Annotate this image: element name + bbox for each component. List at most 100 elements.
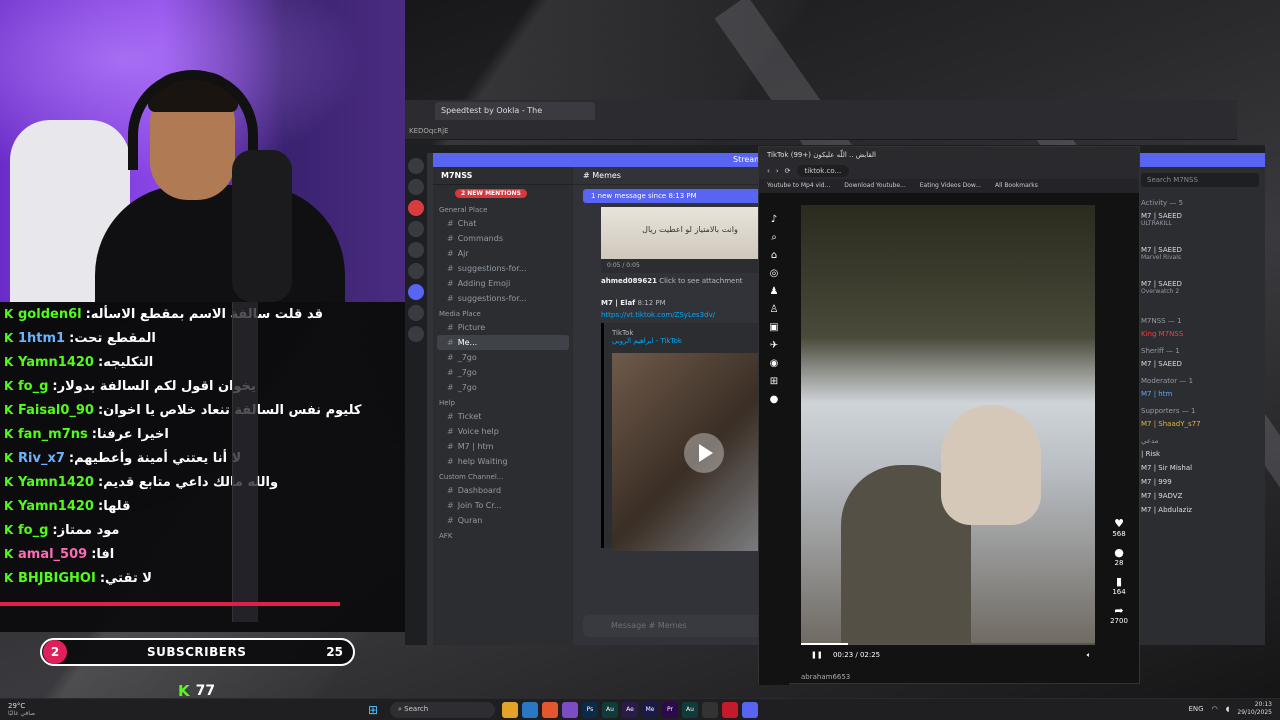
member-item[interactable]: M7 | SAEED [1135, 357, 1265, 371]
message-image[interactable]: وانت بالامتياز لو اعطيت ريال [601, 207, 779, 259]
member-item[interactable]: M7 | SAEED Marvel Rivals [1135, 243, 1265, 277]
brave-icon[interactable] [542, 702, 558, 718]
visual-studio-icon[interactable] [562, 702, 578, 718]
channel-category[interactable]: Help [433, 395, 573, 409]
browser-tab[interactable]: Speedtest by Ookla - The [435, 102, 595, 120]
browser-url[interactable]: KEDOqcRjE [405, 122, 1237, 140]
explore-icon[interactable]: ◎ [759, 268, 789, 279]
server-icon[interactable] [408, 200, 424, 216]
member-item[interactable]: M7 | SAEED Overwatch 2 [1135, 277, 1265, 311]
media-encoder-icon[interactable]: Me [642, 702, 658, 718]
channel-item[interactable]: # suggestions-for... [433, 261, 573, 276]
channel-item[interactable]: # Me... [437, 335, 569, 350]
tiktok-logo-icon[interactable]: ♪ [759, 214, 789, 225]
member-item[interactable]: M7 | Sir Mishal [1135, 461, 1265, 475]
activity-icon[interactable]: ◉ [759, 358, 789, 369]
chat-username[interactable]: fan_m7ns [18, 427, 88, 442]
member-item[interactable]: | Risk [1135, 447, 1265, 461]
forward-icon[interactable]: › [776, 167, 779, 175]
channel-item[interactable]: # Dashboard [433, 483, 573, 498]
channel-item[interactable]: # help Waiting [433, 454, 573, 469]
opera-icon[interactable] [722, 702, 738, 718]
taskbar-search[interactable]: ⌕ Search [390, 702, 495, 718]
chat-username[interactable]: Yamn1420 [18, 499, 94, 514]
tiktok-bottom-user[interactable]: abraham6653 [801, 673, 850, 681]
mentions-badge[interactable]: 2 NEW MENTIONS [455, 189, 527, 198]
member-item[interactable]: M7 | 999 [1135, 475, 1265, 489]
chat-username[interactable]: amal_509 [18, 547, 87, 562]
upload-icon[interactable]: ⊞ [759, 376, 789, 387]
after-effects-icon[interactable]: Ae [622, 702, 638, 718]
channel-item[interactable]: # Chat [433, 216, 573, 231]
weather-widget[interactable]: 29°C صافي غالبًا [0, 702, 80, 718]
file-explorer-icon[interactable] [502, 702, 518, 718]
volume-tray-icon[interactable]: ◖ [1226, 705, 1230, 713]
share-button[interactable]: ➦ 2700 [1105, 604, 1133, 625]
chat-username[interactable]: golden6l [18, 307, 82, 322]
channel-item[interactable]: # Voice help [433, 424, 573, 439]
server-icon[interactable] [408, 221, 424, 237]
chat-username[interactable]: Faisal0_90 [18, 403, 94, 418]
member-item[interactable]: M7 | Abdulaziz [1135, 503, 1265, 517]
member-item[interactable]: M7 | htm [1135, 387, 1265, 401]
add-server-icon[interactable] [408, 326, 424, 342]
audition-icon[interactable]: Au [602, 702, 618, 718]
channel-item[interactable]: # Ajr [433, 246, 573, 261]
comment-button[interactable]: ● 28 [1105, 546, 1133, 567]
live-icon[interactable]: ▣ [759, 322, 789, 333]
server-icon[interactable] [408, 305, 424, 321]
chat-username[interactable]: BHJBIGHOI [18, 571, 96, 586]
tiktok-url[interactable]: tiktok.co... [796, 165, 850, 177]
server-icon[interactable] [408, 284, 424, 300]
chat-username[interactable]: Yamn1420 [18, 355, 94, 370]
channel-item[interactable]: # Ticket [433, 409, 573, 424]
tiktok-video[interactable] [801, 205, 1095, 645]
volume-icon[interactable]: 🔈︎ [1087, 651, 1091, 660]
vscode-icon[interactable] [522, 702, 538, 718]
reply-text[interactable]: Click to see attachment [659, 277, 742, 285]
channel-item[interactable]: # suggestions-for... [433, 291, 573, 306]
channel-item[interactable]: # _7go [433, 350, 573, 365]
chat-username[interactable]: Yamn1420 [18, 475, 94, 490]
windows-start-icon[interactable]: ⊞ [368, 703, 382, 717]
channel-category[interactable]: General Place [433, 202, 573, 216]
channel-category[interactable]: AFK [433, 528, 573, 542]
server-icon[interactable] [408, 242, 424, 258]
bookmark[interactable]: Youtube to Mp4 vid... [767, 182, 830, 190]
profile-icon[interactable]: ● [759, 394, 789, 405]
tiktok-tab[interactable]: TikTok (القابض .. اللّه عليكون (+99 [759, 147, 1139, 163]
home-icon[interactable]: ⌂ [759, 250, 789, 261]
channel-item[interactable]: # Commands [433, 231, 573, 246]
play-icon[interactable] [684, 433, 724, 473]
channel-item[interactable]: # _7go [433, 365, 573, 380]
channel-category[interactable]: Media Place [433, 306, 573, 320]
reload-icon[interactable]: ⟳ [785, 167, 791, 175]
reply-username[interactable]: ahmed089621 [601, 277, 657, 285]
channel-item[interactable]: # Adding Emoji [433, 276, 573, 291]
bookmark[interactable]: All Bookmarks [995, 182, 1038, 190]
server-icon[interactable] [408, 158, 424, 174]
obs-icon[interactable] [702, 702, 718, 718]
channel-item[interactable]: # Quran [433, 513, 573, 528]
server-name[interactable]: M7NSS [433, 167, 573, 185]
server-icon[interactable] [408, 263, 424, 279]
message-link[interactable]: https://vt.tiktok.com/ZSyLes3dv/ [601, 311, 715, 319]
member-item[interactable]: M7 | SAEED ULTRAKILL [1135, 209, 1265, 243]
discord-icon[interactable] [742, 702, 758, 718]
channel-item[interactable]: # Join To Cr... [433, 498, 573, 513]
messages-icon[interactable]: ✈ [759, 340, 789, 351]
save-button[interactable]: ▮ 164 [1105, 575, 1133, 596]
photoshop-icon[interactable]: Ps [582, 702, 598, 718]
server-icon[interactable] [408, 179, 424, 195]
channel-category[interactable]: Custom Channel... [433, 469, 573, 483]
friends-icon[interactable]: ♙ [759, 304, 789, 315]
chat-username[interactable]: fo_g [18, 379, 48, 394]
bookmark[interactable]: Eating Videos Dow... [920, 182, 981, 190]
chat-username[interactable]: 1htm1 [18, 331, 65, 346]
following-icon[interactable]: ♟ [759, 286, 789, 297]
member-item[interactable]: M7 | ShaadY_s77 [1135, 417, 1265, 431]
search-icon[interactable]: ⌕ [759, 232, 789, 243]
audition-icon-2[interactable]: Au [682, 702, 698, 718]
member-search[interactable]: Search M7NSS [1141, 173, 1259, 187]
bookmark[interactable]: Download Youtube... [844, 182, 905, 190]
